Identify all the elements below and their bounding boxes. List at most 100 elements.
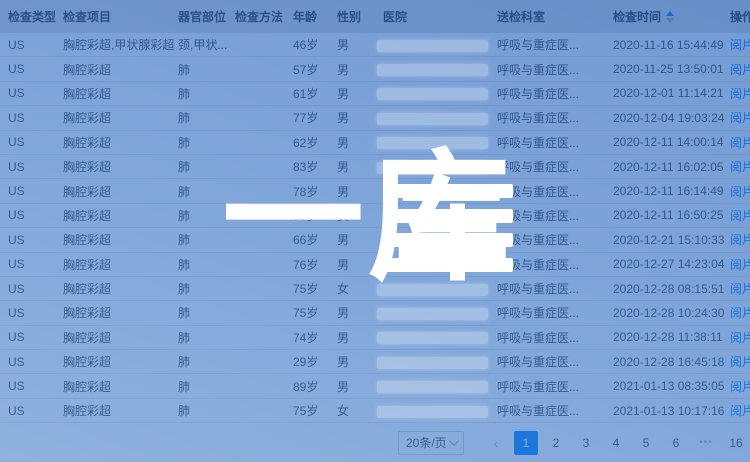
cell-action: 阅片 — [730, 353, 750, 370]
view-film-link[interactable]: 阅片 — [730, 185, 750, 199]
table-body: US胸腔彩超,甲状腺彩超颈,甲状...46岁男呼吸与重症医...2020-11-… — [0, 33, 750, 423]
cell-age: 29岁 — [293, 353, 337, 370]
cell-organ: 肺 — [178, 207, 235, 224]
cell-type: US — [8, 282, 63, 296]
cell-type: US — [8, 233, 63, 247]
cell-type: US — [8, 379, 63, 393]
cell-action: 阅片 — [730, 134, 750, 151]
cell-action: 阅片 — [730, 85, 750, 102]
cell-item: 胸腔彩超 — [63, 61, 178, 78]
page-button-1[interactable]: 1 — [514, 431, 538, 455]
view-film-link[interactable]: 阅片 — [730, 404, 750, 418]
cell-age: 61岁 — [293, 85, 337, 102]
cell-action: 阅片 — [730, 280, 750, 297]
view-film-link[interactable]: 阅片 — [730, 380, 750, 394]
view-film-link[interactable]: 阅片 — [730, 258, 750, 272]
prev-page-button[interactable]: ‹ — [484, 435, 508, 451]
sort-icon[interactable] — [666, 11, 674, 23]
page-ellipsis[interactable]: ••• — [694, 431, 718, 455]
table-row: US胸腔彩超肺62岁男呼吸与重症医...2020-12-11 14:00:14阅… — [0, 131, 750, 155]
view-film-link[interactable]: 阅片 — [730, 63, 750, 77]
page-button-16[interactable]: 16 — [724, 431, 748, 455]
view-film-link[interactable]: 阅片 — [730, 111, 750, 125]
cell-dept: 呼吸与重症医... — [497, 231, 613, 248]
cell-type: US — [8, 184, 63, 198]
cell-organ: 肺 — [178, 183, 235, 200]
cell-action: 阅片 — [730, 329, 750, 346]
sort-caret-down-icon — [666, 18, 674, 23]
page-size-select[interactable]: 20条/页 — [398, 431, 464, 455]
view-film-link[interactable]: 阅片 — [730, 355, 750, 369]
cell-organ: 肺 — [178, 109, 235, 126]
table-row: US胸腔彩超肺66岁男呼吸与重症医...2020-12-21 15:10:33阅… — [0, 228, 750, 252]
cell-action: 阅片 — [730, 231, 750, 248]
cell-gender: 女 — [337, 402, 383, 419]
view-film-link[interactable]: 阅片 — [730, 209, 750, 223]
table-row: US胸腔彩超肺57岁男呼吸与重症医...2020-11-25 13:50:01阅… — [0, 57, 750, 81]
cell-age: 62岁 — [293, 134, 337, 151]
cell-time: 2020-12-11 14:00:14 — [613, 135, 730, 149]
cell-gender: 女 — [337, 280, 383, 297]
cell-item: 胸腔彩超 — [63, 231, 178, 248]
cell-gender: 男 — [337, 304, 383, 321]
header-exam-time[interactable]: 检查时间 — [613, 8, 730, 25]
cell-time: 2020-12-01 11:14:21 — [613, 86, 730, 100]
view-film-link[interactable]: 阅片 — [730, 136, 750, 150]
cell-gender: 男 — [337, 183, 383, 200]
cell-action: 阅片 — [730, 158, 750, 175]
cell-organ: 肺 — [178, 85, 235, 102]
page-button-6[interactable]: 6 — [664, 431, 688, 455]
table-row: US胸腔彩超肺76岁男呼吸与重症医...2020-12-27 14:23:04阅… — [0, 253, 750, 277]
view-film-link[interactable]: 阅片 — [730, 38, 750, 52]
cell-action: 阅片 — [730, 256, 750, 273]
cell-time: 2021-01-13 10:17:16 — [613, 404, 730, 418]
header-department: 送检科室 — [497, 8, 613, 25]
cell-gender: 男 — [337, 134, 383, 151]
page-button-3[interactable]: 3 — [574, 431, 598, 455]
cell-dept: 呼吸与重症医... — [497, 134, 613, 151]
cell-item: 胸腔彩超 — [63, 304, 178, 321]
cell-time: 2020-12-28 08:15:51 — [613, 282, 730, 296]
cell-item: 胸腔彩超 — [63, 353, 178, 370]
cell-gender: 男 — [337, 61, 383, 78]
cell-organ: 肺 — [178, 134, 235, 151]
cell-type: US — [8, 38, 63, 52]
view-film-link[interactable]: 阅片 — [730, 233, 750, 247]
cell-age: 75岁 — [293, 402, 337, 419]
cell-gender: 男 — [337, 36, 383, 53]
cell-dept: 呼吸与重症医... — [497, 36, 613, 53]
cell-type: US — [8, 62, 63, 76]
cell-item: 胸腔彩超 — [63, 158, 178, 175]
page-button-4[interactable]: 4 — [604, 431, 628, 455]
cell-dept: 呼吸与重症医... — [497, 256, 613, 273]
view-film-link[interactable]: 阅片 — [730, 282, 750, 296]
cell-item: 胸腔彩超 — [63, 109, 178, 126]
header-age: 年龄 — [293, 8, 337, 25]
cell-item: 胸腔彩超 — [63, 378, 178, 395]
cell-time: 2020-12-11 16:50:25 — [613, 208, 730, 222]
page-button-5[interactable]: 5 — [634, 431, 658, 455]
cell-organ: 肺 — [178, 329, 235, 346]
cell-organ: 肺 — [178, 256, 235, 273]
table-row: US胸腔彩超,甲状腺彩超颈,甲状...46岁男呼吸与重症医...2020-11-… — [0, 33, 750, 57]
table-row: US胸腔彩超肺75岁男呼吸与重症医...2020-12-28 10:24:30阅… — [0, 301, 750, 325]
pagination-bar: 20条/页 ‹ 123456•••16 — [0, 423, 750, 462]
cell-time: 2020-12-28 10:24:30 — [613, 306, 730, 320]
cell-action: 阅片 — [730, 61, 750, 78]
view-film-link[interactable]: 阅片 — [730, 87, 750, 101]
cell-dept: 呼吸与重症医... — [497, 158, 613, 175]
cell-organ: 肺 — [178, 231, 235, 248]
cell-type: US — [8, 330, 63, 344]
view-film-link[interactable]: 阅片 — [730, 306, 750, 320]
cell-action: 阅片 — [730, 402, 750, 419]
cell-dept: 呼吸与重症医... — [497, 109, 613, 126]
cell-type: US — [8, 111, 63, 125]
view-film-link[interactable]: 阅片 — [730, 160, 750, 174]
cell-gender: 男 — [337, 109, 383, 126]
cell-action: 阅片 — [730, 109, 750, 126]
cell-age: 78岁 — [293, 183, 337, 200]
page-button-2[interactable]: 2 — [544, 431, 568, 455]
cell-time: 2020-12-11 16:14:49 — [613, 184, 730, 198]
view-film-link[interactable]: 阅片 — [730, 331, 750, 345]
cell-age: 89岁 — [293, 378, 337, 395]
